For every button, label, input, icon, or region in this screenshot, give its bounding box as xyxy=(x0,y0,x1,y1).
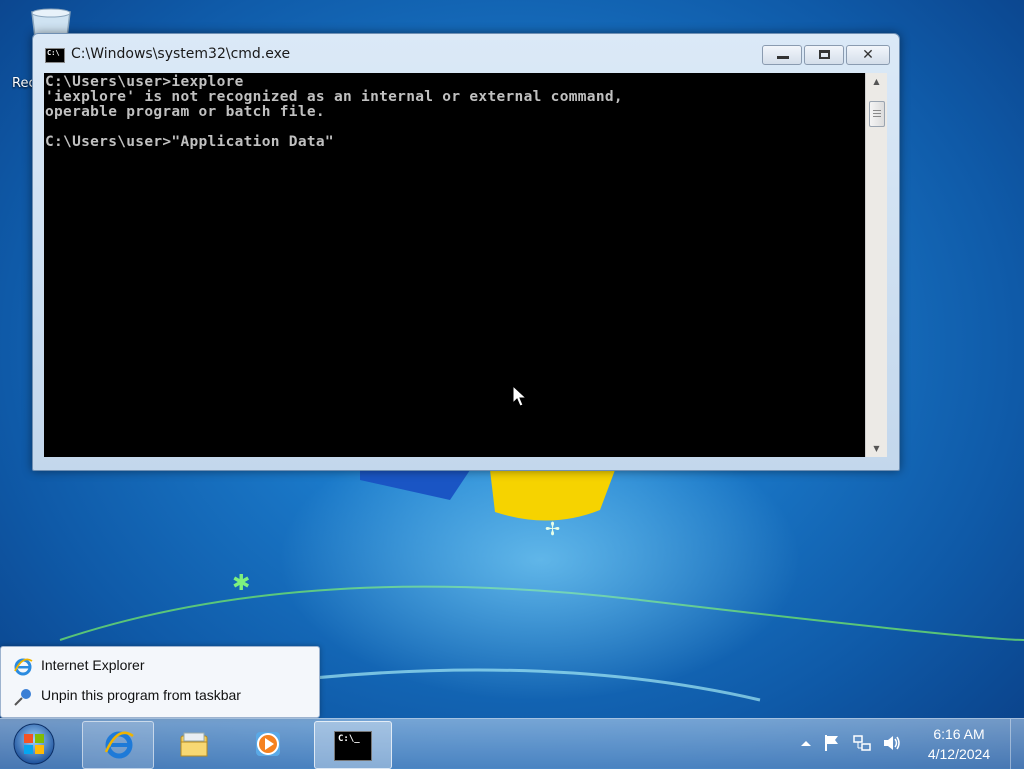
cmd-icon-text: C:\ xyxy=(47,49,60,57)
close-button[interactable]: ✕ xyxy=(846,45,890,65)
minimize-button[interactable] xyxy=(762,45,802,65)
jumplist-item-label: Unpin this program from taskbar xyxy=(41,687,241,703)
show-hidden-icons-icon[interactable] xyxy=(796,733,816,753)
svg-text:✢: ✢ xyxy=(545,519,560,540)
show-desktop-button[interactable] xyxy=(1010,719,1024,769)
taskbar-button-command-prompt[interactable]: C:\_ xyxy=(314,721,392,769)
jumplist-item-label: Internet Explorer xyxy=(41,657,145,673)
scroll-down-icon[interactable]: ▼ xyxy=(866,440,887,457)
maximize-icon xyxy=(819,50,830,59)
console-line: 'iexplore' is not recognized as an inter… xyxy=(45,89,623,105)
scrollbar-thumb[interactable] xyxy=(869,101,885,127)
svg-text:✱: ✱ xyxy=(232,571,250,596)
window-title: C:\Windows\system32\cmd.exe xyxy=(71,46,291,62)
scroll-up-icon[interactable]: ▲ xyxy=(866,73,887,90)
recycle-bin-label[interactable]: Recycle Bin xyxy=(12,76,32,91)
taskbar-button-internet-explorer[interactable] xyxy=(82,721,154,769)
cmd-window-icon[interactable]: C:\ xyxy=(45,48,65,63)
console-line: C:\Users\user>iexplore xyxy=(45,74,244,90)
volume-icon[interactable] xyxy=(882,733,902,753)
folder-icon xyxy=(180,732,208,757)
maximize-button[interactable] xyxy=(804,45,844,65)
jumplist-item-unpin[interactable]: Unpin this program from taskbar xyxy=(11,683,311,709)
cmd-icon: C:\_ xyxy=(334,731,372,761)
cmd-icon-text: C:\_ xyxy=(338,734,360,744)
jumplist-item-internet-explorer[interactable]: Internet Explorer xyxy=(11,653,311,679)
close-icon: ✕ xyxy=(862,47,874,63)
clock-time[interactable]: 6:16 AM xyxy=(924,726,994,742)
vertical-scrollbar[interactable]: ▲ ▼ xyxy=(865,73,887,457)
unpin-icon xyxy=(14,689,31,706)
minimize-icon xyxy=(777,56,789,59)
mouse-cursor-icon xyxy=(512,385,528,407)
taskbar: C:\_ 6:16 AM 4/12/2024 xyxy=(0,718,1024,769)
cmd-window[interactable]: C:\ C:\Windows\system32\cmd.exe ✕ C:\Use… xyxy=(32,33,900,471)
clock-date[interactable]: 4/12/2024 xyxy=(924,746,994,762)
console-line: operable program or batch file. xyxy=(45,104,325,120)
internet-explorer-icon xyxy=(104,731,134,759)
console-output[interactable]: C:\Users\user>iexplore 'iexplore' is not… xyxy=(44,73,865,457)
media-player-icon xyxy=(256,732,280,756)
taskbar-button-windows-explorer[interactable] xyxy=(158,721,228,767)
network-icon[interactable] xyxy=(852,733,872,753)
console-line: C:\Users\user>"Application Data" xyxy=(45,134,334,150)
taskbar-button-media-player[interactable] xyxy=(232,721,302,767)
system-tray xyxy=(790,729,910,759)
cmd-titlebar[interactable]: C:\ C:\Windows\system32\cmd.exe ✕ xyxy=(33,34,899,72)
internet-explorer-icon xyxy=(14,658,33,676)
taskbar-jumplist: Internet Explorer Unpin this program fro… xyxy=(0,646,320,718)
start-button[interactable] xyxy=(8,721,60,767)
action-center-flag-icon[interactable] xyxy=(822,733,842,753)
